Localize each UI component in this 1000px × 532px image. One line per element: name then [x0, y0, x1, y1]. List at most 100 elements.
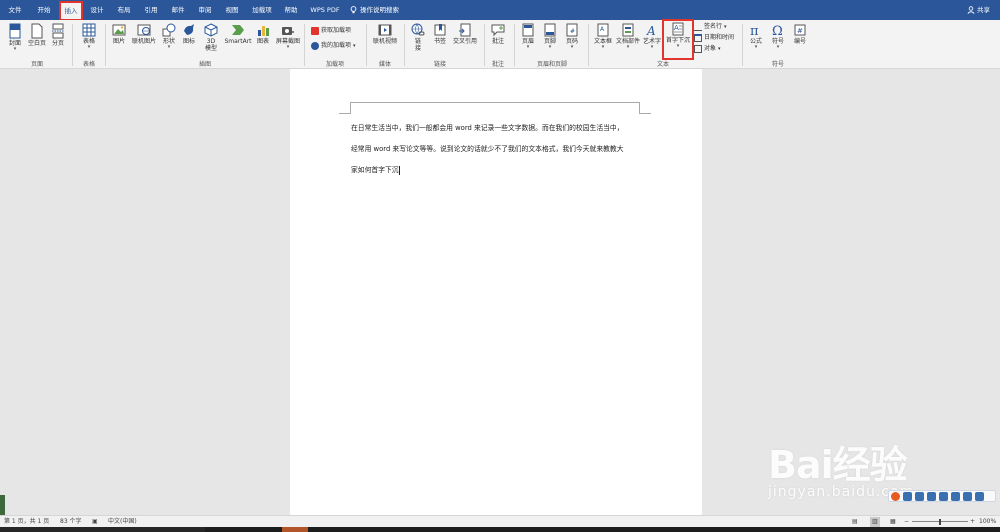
read-mode-icon[interactable]: ▤ [852, 517, 858, 527]
ime-keyboard-icon[interactable] [951, 492, 960, 501]
textbox-icon: A [597, 23, 609, 37]
tab-view[interactable]: 视图 [220, 0, 244, 20]
page-count[interactable]: 第 1 页，共 1 页 [4, 517, 49, 527]
blank-page-icon [31, 23, 43, 39]
camera-icon [282, 27, 294, 35]
zoom-out-button[interactable]: − [904, 517, 909, 527]
cover-page-icon [9, 23, 21, 39]
footer-icon [544, 23, 556, 37]
dropcap-button[interactable]: A 首字下沉 ▾ [662, 19, 694, 60]
tell-me-search[interactable]: 操作说明搜索 [350, 0, 408, 20]
page-number-button[interactable]: # 页码 ▾ [562, 23, 582, 50]
word-count[interactable]: 83 个字 [60, 517, 82, 527]
group-label-illustrations: 插图 [198, 61, 211, 68]
ime-punct-icon[interactable] [915, 492, 924, 501]
zoom-in-button[interactable]: + [970, 517, 975, 527]
zoom-level[interactable]: 100% [979, 517, 996, 527]
cover-page-button[interactable]: 封面 ▾ [5, 23, 25, 52]
tab-review[interactable]: 审阅 [193, 0, 217, 20]
tab-design[interactable]: 设计 [85, 0, 109, 20]
date-time-button[interactable]: 日期和时间 [694, 33, 734, 43]
group-separator [484, 24, 485, 66]
picture-button[interactable]: 图片 [108, 23, 130, 45]
online-video-button[interactable]: 联机视频 [370, 23, 400, 45]
print-layout-icon[interactable]: ▥ [870, 517, 880, 527]
group-label-header-footer: 页眉和页脚 [536, 61, 567, 68]
shapes-button[interactable]: 形状 ▾ [160, 23, 178, 50]
proofing-icon[interactable]: ▣ [92, 517, 98, 527]
ime-tools-icon[interactable] [975, 492, 984, 501]
tab-references[interactable]: 引用 [139, 0, 163, 20]
link-button[interactable]: 链接 [410, 23, 426, 52]
my-addins-button[interactable]: 我的加载项 ▾ [311, 41, 355, 51]
number-icon: # [794, 24, 806, 36]
number-button[interactable]: # 编号 [790, 23, 810, 45]
tab-help[interactable]: 帮助 [280, 0, 302, 20]
web-layout-icon[interactable]: ▦ [890, 517, 896, 527]
comment-icon [491, 24, 505, 37]
comment-button[interactable]: 批注 [488, 23, 508, 45]
tab-home[interactable]: 开始 [31, 0, 57, 20]
ribbon-tab-bar: 文件 开始 插入 设计 布局 引用 邮件 审阅 视图 加载项 帮助 WPS PD… [0, 0, 1000, 21]
bookmark-button[interactable]: 书签 [430, 23, 450, 45]
quick-parts-button[interactable]: 文档部件 ▾ [615, 23, 641, 50]
ime-skin-icon[interactable] [963, 492, 972, 501]
person-icon [967, 6, 975, 14]
svg-text:#: # [797, 27, 803, 35]
tab-mailings[interactable]: 邮件 [166, 0, 190, 20]
tab-wps-pdf[interactable]: WPS PDF [306, 0, 344, 20]
online-picture-button[interactable]: 联机图片 [130, 23, 158, 45]
taskbar-segment [0, 527, 205, 532]
text-cursor [398, 165, 400, 175]
screenshot-button[interactable]: 屏幕截图 ▾ [274, 23, 302, 50]
get-addins-button[interactable]: 获取加载项 [311, 26, 351, 36]
ime-emoji-icon[interactable] [927, 492, 936, 501]
table-button[interactable]: 表格 ▾ [78, 23, 100, 50]
group-separator [514, 24, 515, 66]
document-page[interactable]: 在日常生活当中，我们一般都会用 word 来记录一些文字数据。而在我们的校园生活… [290, 69, 702, 515]
equation-button[interactable]: π 公式 ▾ [746, 23, 766, 50]
tab-file[interactable]: 文件 [2, 0, 28, 20]
ime-toolbar[interactable] [888, 490, 996, 502]
ribbon-insert: 封面 ▾ 空白页 分页 页面 表格 ▾ 表格 图片 联机图片 形状 ▾ 图标 3D 模… [0, 19, 1000, 69]
textbox-button[interactable]: A 文本框 ▾ [592, 23, 614, 50]
object-button[interactable]: 对象 ▾ [694, 44, 720, 54]
share-button[interactable]: 共享 [967, 0, 990, 20]
tab-layout[interactable]: 布局 [112, 0, 136, 20]
icons-icon [184, 24, 194, 35]
signature-line-button[interactable]: 签名行 ▾ [694, 22, 726, 32]
blank-page-button[interactable]: 空白页 [26, 23, 48, 47]
zoom-slider-thumb[interactable] [939, 519, 941, 525]
shapes-icon [162, 23, 176, 37]
cross-reference-button[interactable]: 交叉引用 [451, 23, 479, 45]
text-line-3[interactable]: 家如何首字下沉 [351, 164, 400, 175]
watermark-brand: Bai经验 [768, 443, 908, 487]
icons-button[interactable]: 图标 [180, 23, 198, 45]
tab-addins[interactable]: 加载项 [247, 0, 277, 20]
smartart-icon [232, 25, 244, 35]
3d-model-button[interactable]: 3D 模型 [200, 23, 222, 52]
bookmark-icon [434, 24, 446, 36]
text-line-3-content: 家如何首字下沉 [351, 166, 399, 174]
cross-reference-icon [459, 23, 471, 37]
wordart-button[interactable]: A 艺术字 ▾ [642, 23, 662, 50]
text-line-1[interactable]: 在日常生活当中，我们一般都会用 word 来记录一些文字数据。而在我们的校园生活… [351, 122, 624, 132]
svg-text:#: # [570, 28, 575, 35]
ime-mic-icon[interactable] [939, 492, 948, 501]
footer-button[interactable]: 页脚 ▾ [540, 23, 560, 50]
status-bar: 第 1 页，共 1 页 83 个字 ▣ 中文(中国) ▤ ▥ ▦ − + 100… [0, 515, 1000, 527]
wordart-icon: A [646, 24, 656, 37]
page-break-button[interactable]: 分页 [49, 23, 67, 47]
language-indicator[interactable]: 中文(中国) [108, 517, 137, 527]
header-button[interactable]: 页眉 ▾ [518, 23, 538, 50]
group-separator [588, 24, 589, 66]
chart-button[interactable]: 图表 [254, 23, 272, 45]
smartart-button[interactable]: SmartArt [224, 23, 252, 45]
group-label-symbols: 符号 [771, 61, 784, 68]
symbol-button[interactable]: Ω 符号 ▾ [768, 23, 788, 50]
ime-lang-icon[interactable] [903, 492, 912, 501]
text-line-2[interactable]: 经常用 word 来写论文等等。说到论文的话就少不了我们的文本格式，我们今天就来… [351, 143, 624, 153]
table-icon [82, 23, 96, 37]
tab-insert[interactable]: 插入 [59, 1, 83, 21]
dropcap-icon: A [672, 22, 684, 36]
